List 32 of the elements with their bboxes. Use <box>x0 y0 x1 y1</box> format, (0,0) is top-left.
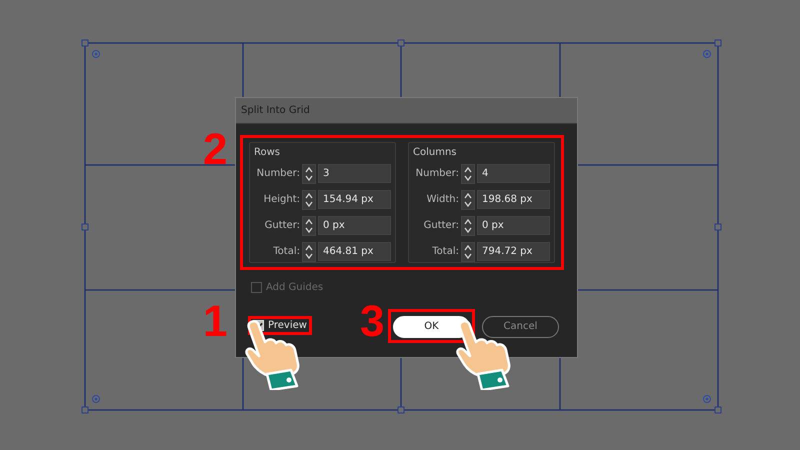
group-title: Columns <box>413 147 458 158</box>
field-label: Width: <box>426 194 459 205</box>
input-field[interactable]: 0 px <box>477 216 550 235</box>
input-field[interactable]: 4 <box>477 164 550 183</box>
stepper-icon[interactable] <box>302 216 316 236</box>
field-label: Number: <box>414 168 459 179</box>
field-label: Total: <box>431 246 459 257</box>
field-label: Number: <box>256 168 300 179</box>
input-field[interactable]: 0 px <box>318 216 391 235</box>
input-field[interactable]: 3 <box>318 164 391 183</box>
step-number: 3 <box>360 300 384 344</box>
stepper-icon[interactable] <box>461 242 475 262</box>
step-number: 1 <box>203 300 228 344</box>
ok-button[interactable]: OK <box>393 316 470 338</box>
group-title: Rows <box>254 147 282 158</box>
field-label: Total: <box>272 246 300 257</box>
input-field[interactable]: 464.81 px <box>318 242 391 261</box>
input-field[interactable]: 154.94 px <box>318 190 391 209</box>
stepper-icon[interactable] <box>461 164 475 184</box>
dialog-title: Split Into Grid <box>241 105 310 116</box>
step-number: 2 <box>203 128 228 172</box>
stepper-icon[interactable] <box>302 190 316 210</box>
stepper-icon[interactable] <box>302 164 316 184</box>
stepper-icon[interactable] <box>461 216 475 236</box>
field-label: Gutter: <box>264 220 300 231</box>
field-label: Gutter: <box>422 220 459 231</box>
stepper-icon[interactable] <box>461 190 475 210</box>
field-label: Height: <box>262 194 300 205</box>
stepper-icon[interactable] <box>302 242 316 262</box>
cancel-button[interactable]: Cancel <box>482 316 559 338</box>
input-field[interactable]: 198.68 px <box>477 190 550 209</box>
input-field[interactable]: 794.72 px <box>477 242 550 261</box>
